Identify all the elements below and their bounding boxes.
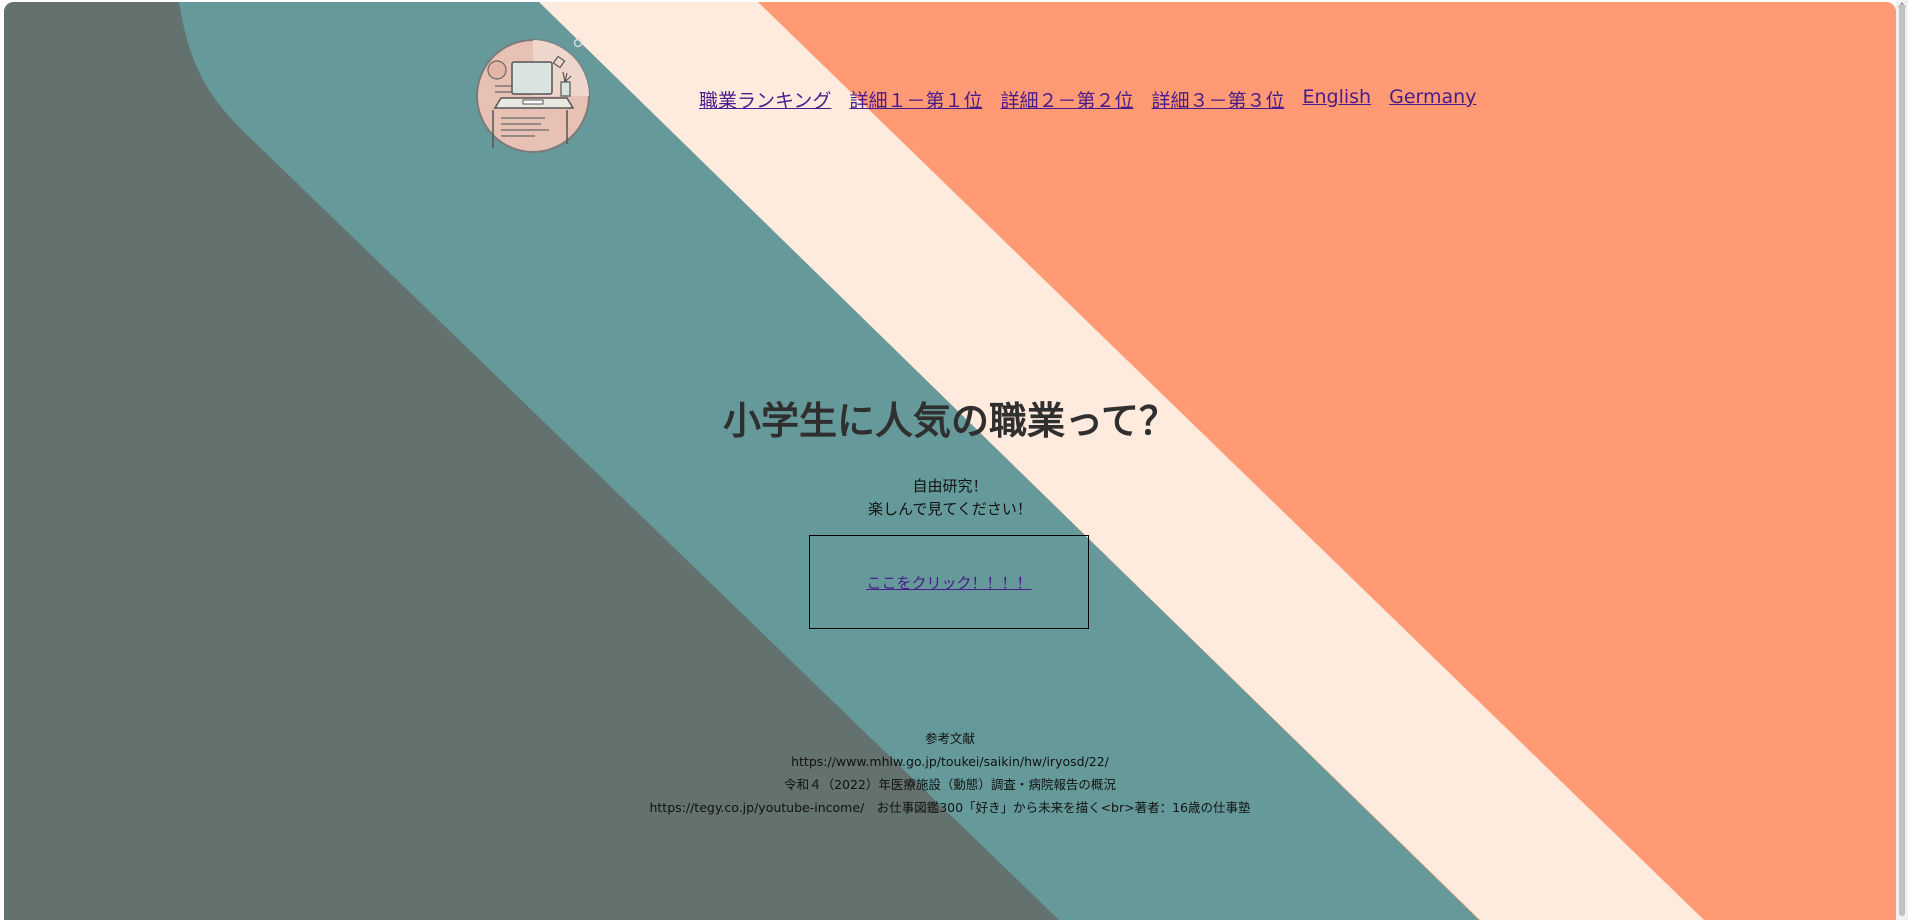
logo[interactable] <box>475 38 591 154</box>
nav-link-english[interactable]: English <box>1302 86 1371 113</box>
nav-link-detail-1[interactable]: 詳細１－第１位 <box>849 86 982 113</box>
small-circle-decoration-icon <box>573 38 583 48</box>
subtitle-line-2: 楽しんで見てください！ <box>868 500 1032 518</box>
references-section: 参考文献 https://www.mhlw.go.jp/toukei/saiki… <box>4 727 1896 819</box>
vertical-scrollbar[interactable] <box>1896 0 1908 920</box>
top-nav: 職業ランキング 詳細１－第１位 詳細２－第２位 詳細３－第３位 English … <box>699 86 1476 113</box>
reference-line-3: https://tegy.co.jp/youtube-income/ お仕事図鑑… <box>649 800 1251 815</box>
nav-link-germany[interactable]: Germany <box>1389 86 1476 113</box>
nav-link-detail-3[interactable]: 詳細３－第３位 <box>1151 86 1284 113</box>
browser-viewport: 職業ランキング 詳細１－第１位 詳細２－第２位 詳細３－第３位 English … <box>0 0 1908 920</box>
page-title: 小学生に人気の職業って？ <box>722 399 1178 443</box>
scrollbar-thumb[interactable] <box>1899 4 1905 916</box>
desk-laptop-icon <box>476 39 590 153</box>
click-here-link[interactable]: ここをクリック！！！！ <box>866 572 1031 593</box>
nav-link-ranking[interactable]: 職業ランキング <box>699 86 831 113</box>
reference-line-1: https://www.mhlw.go.jp/toukei/saikin/hw/… <box>791 754 1109 769</box>
hero-subtitle: 自由研究！ 楽しんで見てください！ <box>4 475 1896 521</box>
nav-link-detail-2[interactable]: 詳細２－第２位 <box>1000 86 1133 113</box>
reference-line-2: 令和４（2022）年医療施設（動態）調査・病院報告の概況 <box>784 777 1116 792</box>
cta-box: ここをクリック！！！！ <box>809 535 1089 629</box>
references-heading: 参考文献 <box>924 731 975 746</box>
page: 職業ランキング 詳細１－第１位 詳細２－第２位 詳細３－第３位 English … <box>4 2 1896 920</box>
subtitle-line-1: 自由研究！ <box>912 477 988 495</box>
